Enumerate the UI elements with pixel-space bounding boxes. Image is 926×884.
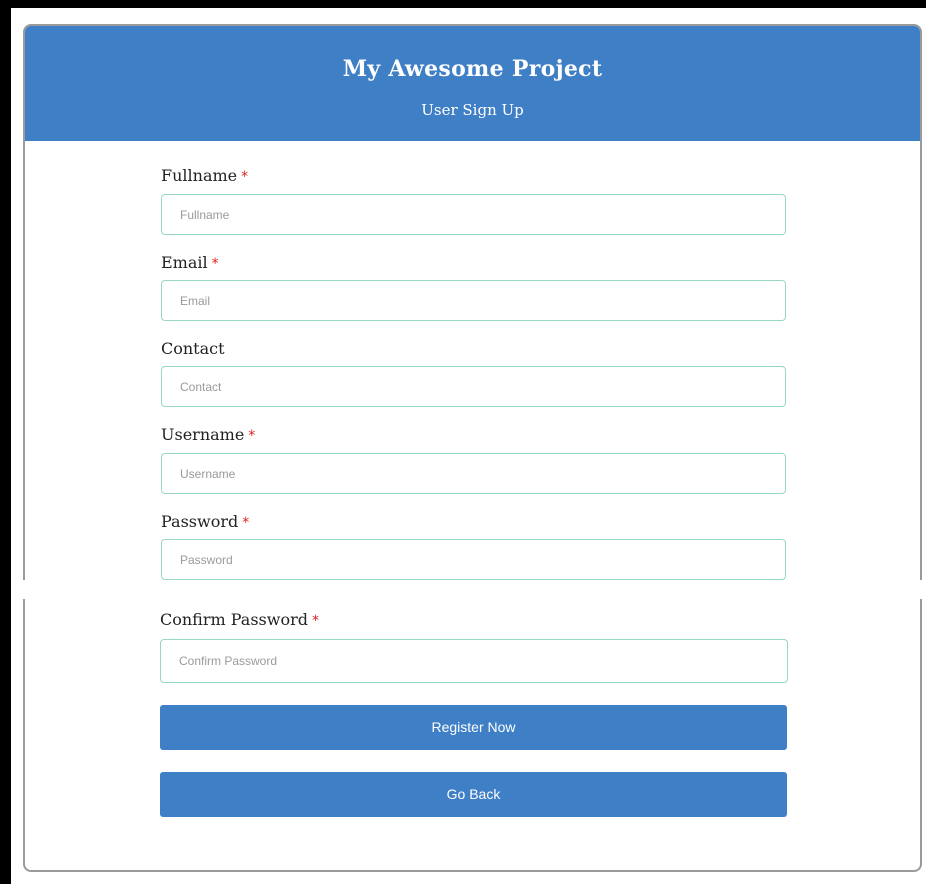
confirm-password-label-text: Confirm Password (160, 610, 308, 629)
username-input[interactable] (161, 453, 786, 494)
confirm-password-label: Confirm Password * (160, 610, 319, 629)
required-mark: * (211, 256, 219, 272)
fullname-input[interactable] (161, 194, 786, 235)
register-now-button[interactable]: Register Now (160, 705, 787, 750)
confirm-password-input[interactable] (160, 639, 788, 683)
contact-label: Contact (161, 339, 225, 358)
contact-input[interactable] (161, 366, 786, 407)
screenshot-border-left (0, 0, 11, 884)
screenshot-border-top (0, 0, 926, 8)
card-header: My Awesome Project User Sign Up (25, 26, 920, 141)
username-label: Username * (161, 425, 255, 444)
email-input[interactable] (161, 280, 786, 321)
fullname-label: Fullname * (161, 166, 248, 185)
password-input[interactable] (161, 539, 786, 580)
username-label-text: Username (161, 425, 245, 444)
required-mark: * (242, 515, 250, 531)
page-subtitle: User Sign Up (421, 101, 524, 119)
capture-gap (18, 580, 926, 599)
password-label: Password * (161, 512, 249, 531)
required-mark: * (248, 428, 256, 444)
contact-label-text: Contact (161, 339, 225, 358)
required-mark: * (311, 613, 319, 629)
email-label: Email * (161, 253, 219, 272)
page-title: My Awesome Project (342, 56, 603, 82)
fullname-label-text: Fullname (161, 166, 238, 185)
password-label-text: Password (161, 512, 239, 531)
required-mark: * (241, 169, 249, 185)
go-back-button[interactable]: Go Back (160, 772, 787, 817)
email-label-text: Email (161, 253, 208, 272)
